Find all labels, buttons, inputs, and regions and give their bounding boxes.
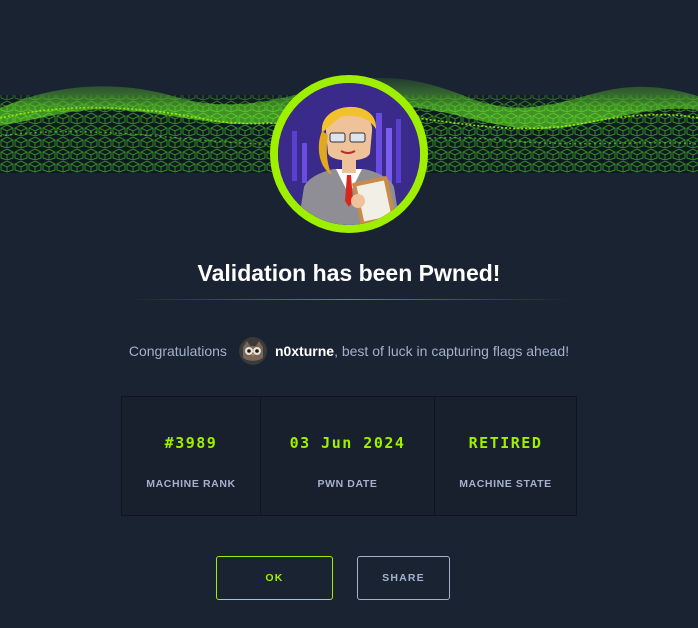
congrats-suffix: , best of luck in capturing flags ahead!	[334, 343, 570, 359]
page-title: Validation has been Pwned!	[197, 260, 501, 286]
stat-pwn-date: 03 Jun 2024 PWN DATE	[261, 397, 435, 515]
congrats-prefix: Congratulations	[128, 343, 227, 359]
machine-rank-label: MACHINE RANK	[146, 478, 236, 490]
machine-rank-value: #3989	[164, 434, 218, 452]
pwn-date-value: 03 Jun 2024	[289, 434, 406, 452]
pwn-date-label: PWN DATE	[317, 478, 378, 490]
ok-button[interactable]: OK	[216, 556, 333, 600]
pwned-dialog: Validation has been Pwned! Congratulatio…	[0, 0, 698, 628]
machine-stats-panel: #3989 MACHINE RANK 03 Jun 2024 PWN DATE …	[121, 396, 577, 516]
congratulations-message: Congratulations n0xturne , best of luck …	[0, 337, 698, 365]
businesswoman-avatar-icon	[278, 83, 420, 225]
stat-machine-state: RETIRED MACHINE STATE	[435, 397, 576, 515]
username-link[interactable]: n0xturne	[275, 343, 334, 359]
stat-machine-rank: #3989 MACHINE RANK	[122, 397, 261, 515]
machine-avatar	[270, 75, 428, 233]
title-divider	[128, 299, 570, 300]
machine-state-label: MACHINE STATE	[459, 478, 552, 490]
share-button[interactable]: SHARE	[357, 556, 450, 600]
owl-avatar-icon	[238, 337, 267, 365]
machine-state-value: RETIRED	[468, 434, 543, 452]
